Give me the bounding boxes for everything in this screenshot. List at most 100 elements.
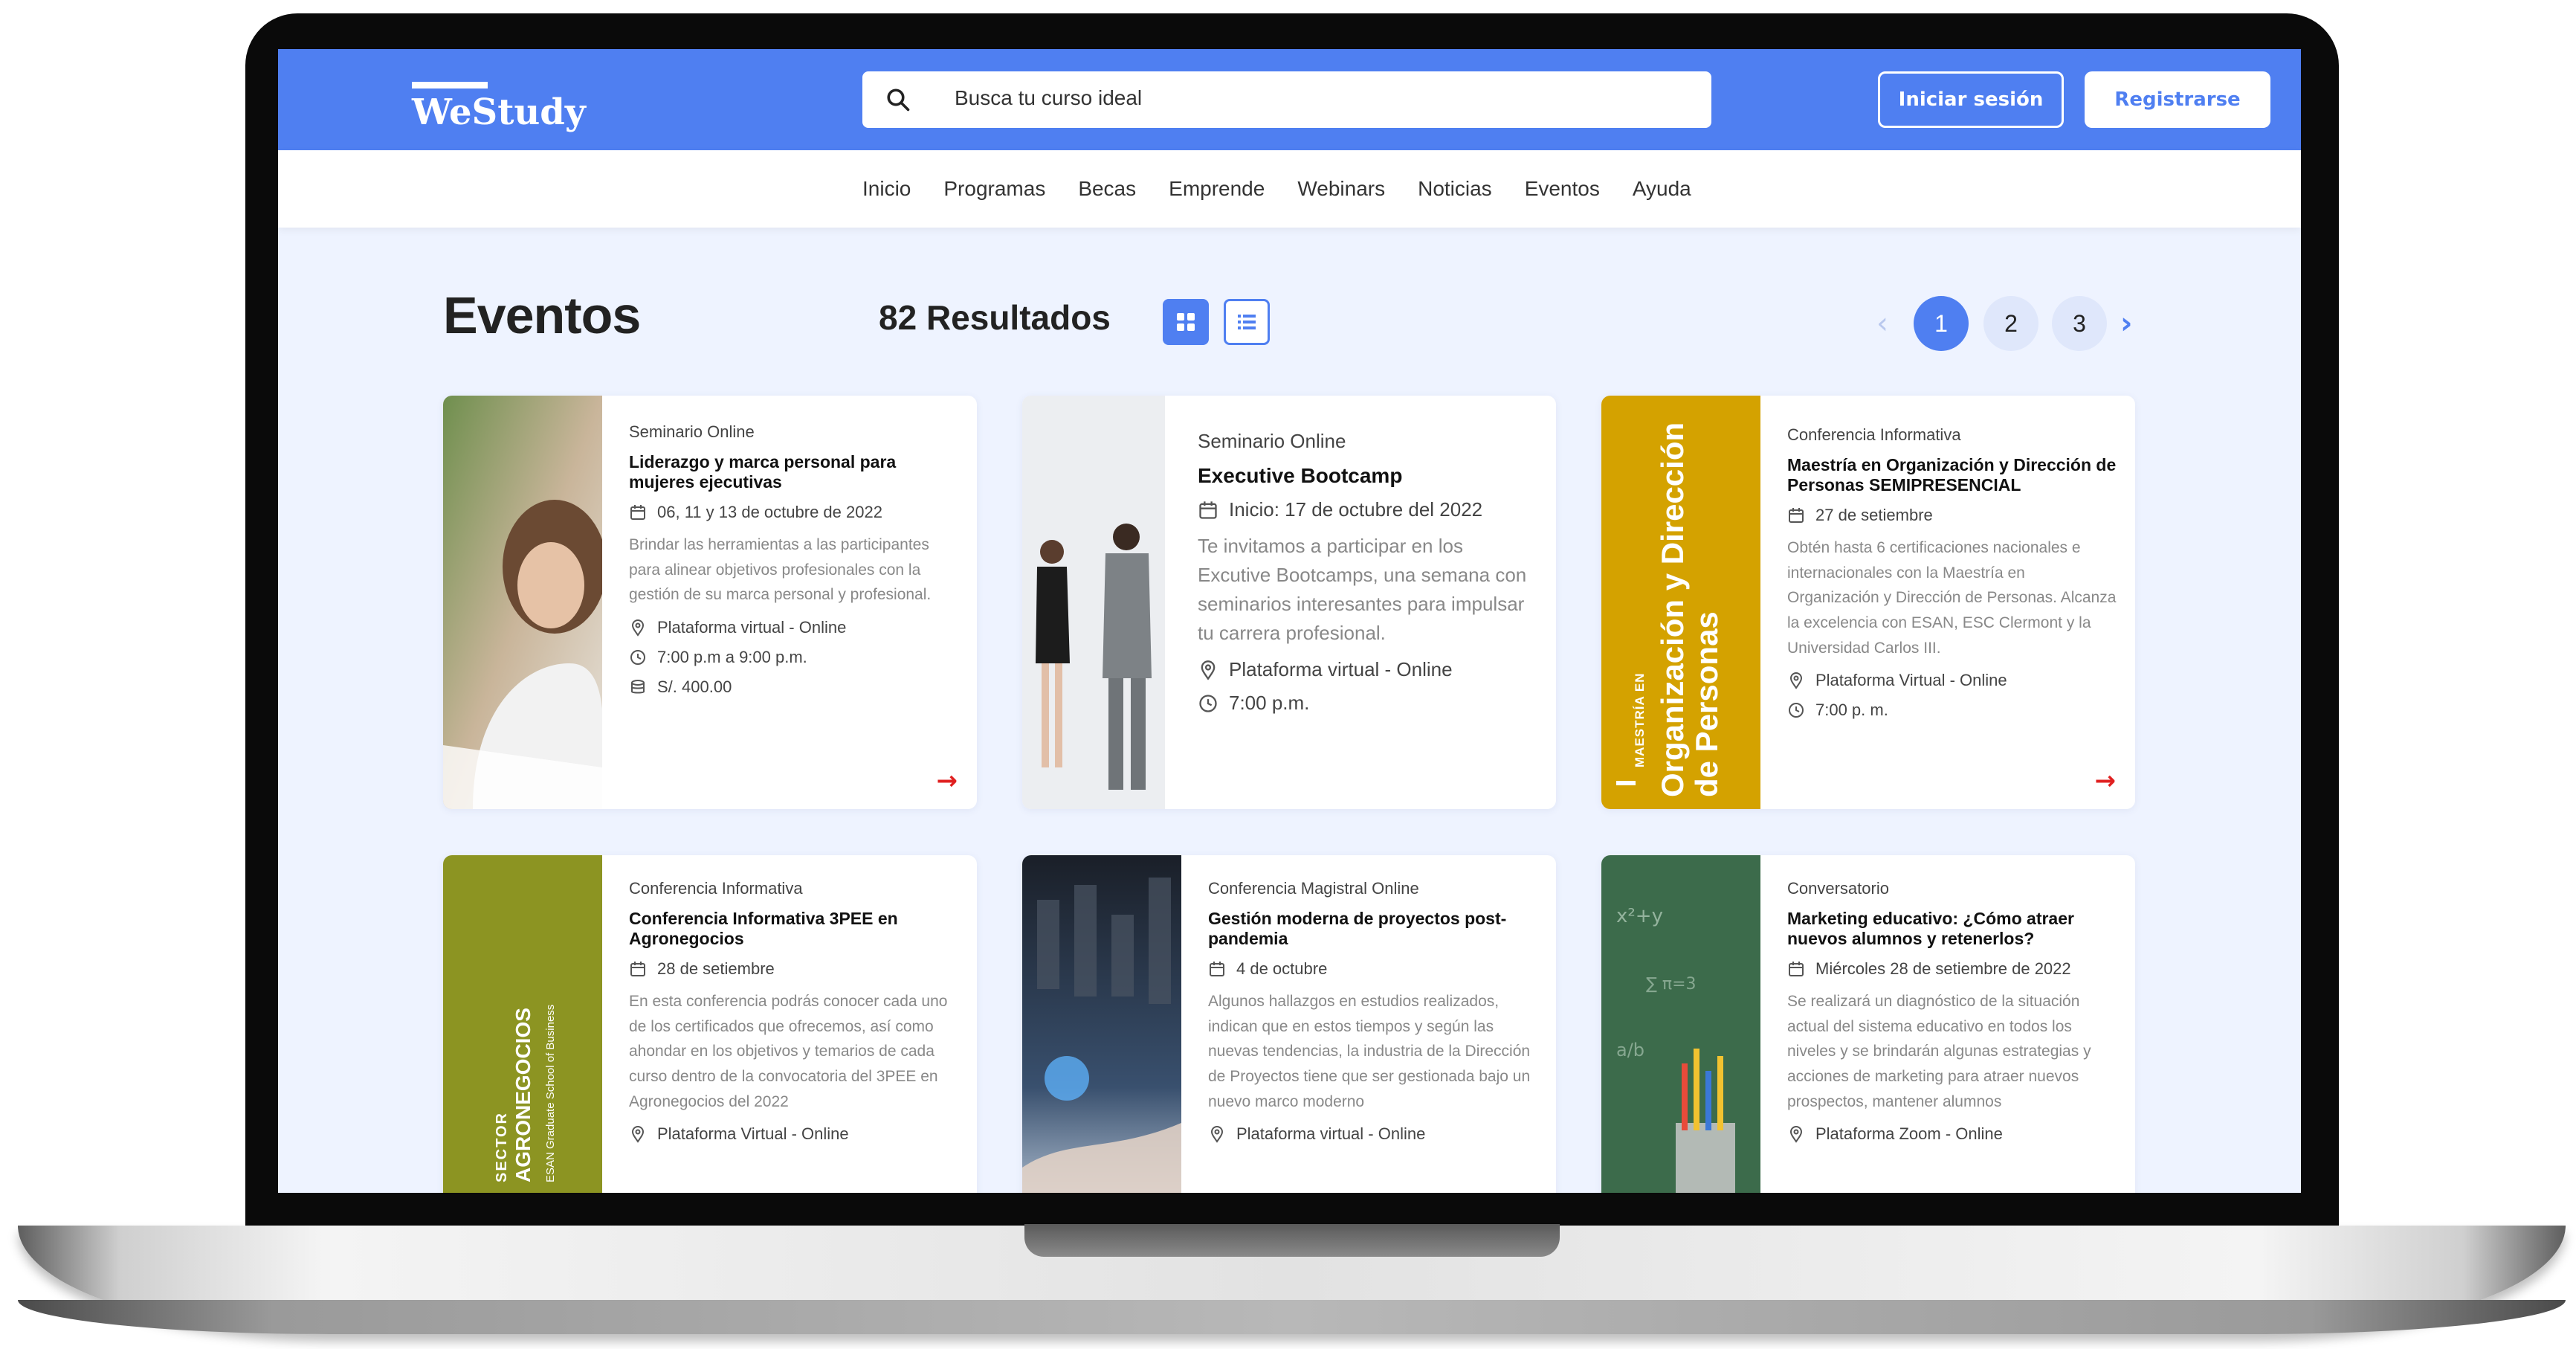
poster-small-text: MAESTRÍA EN	[1633, 672, 1647, 768]
event-title[interactable]: Marketing educativo: ¿Cómo atraer nuevos…	[1787, 909, 2120, 949]
event-card[interactable]: Seminario Online Executive Bootcamp Inic…	[1022, 396, 1556, 809]
location-pin-icon	[1789, 1126, 1803, 1143]
location-pin-icon	[1210, 1126, 1224, 1143]
event-type: Conferencia Magistral Online	[1208, 879, 1419, 898]
calendar-icon	[630, 505, 645, 521]
event-place-row: Plataforma Virtual - Online	[629, 1124, 962, 1144]
event-date: Inicio: 17 de octubre del 2022	[1229, 498, 1483, 521]
event-place: Plataforma Virtual - Online	[1815, 671, 2007, 690]
event-place: Plataforma virtual - Online	[657, 618, 847, 637]
search-bar[interactable]: Busca tu curso ideal	[862, 71, 1711, 128]
page-3-button[interactable]: 3	[2052, 296, 2107, 351]
list-view-button[interactable]	[1224, 299, 1270, 345]
arrow-right-icon[interactable]: →	[937, 766, 958, 796]
grid-view-button[interactable]	[1163, 299, 1209, 345]
nav-eventos[interactable]: Eventos	[1525, 177, 1600, 201]
event-type: Seminario Online	[1198, 430, 1346, 452]
location-pin-icon	[1789, 672, 1803, 689]
event-place: Plataforma virtual - Online	[1236, 1124, 1426, 1144]
location-pin-icon	[631, 619, 645, 637]
search-input[interactable]: Busca tu curso ideal	[955, 86, 1142, 110]
card-body: Conversatorio Marketing educativo: ¿Cómo…	[1787, 879, 2120, 1154]
event-title[interactable]: Executive Bootcamp	[1198, 463, 1541, 488]
clock-icon	[1199, 694, 1217, 712]
logo[interactable]: WeStudy	[412, 82, 586, 130]
event-date-row: 06, 11 y 13 de octubre de 2022	[629, 503, 962, 522]
page-title: Eventos	[443, 286, 641, 344]
poster-small-text: SECTOR	[494, 1112, 510, 1182]
event-time-row: 7:00 p.m.	[1198, 692, 1541, 715]
card-body: Conferencia Informativa Conferencia Info…	[629, 879, 962, 1154]
event-image-project-management	[1022, 855, 1181, 1193]
nav-webinars[interactable]: Webinars	[1297, 177, 1385, 201]
event-place: Plataforma Virtual - Online	[657, 1124, 849, 1144]
event-place-row: Plataforma virtual - Online	[1208, 1124, 1541, 1144]
page-1-button[interactable]: 1	[1914, 296, 1969, 351]
register-button[interactable]: Registrarse	[2085, 71, 2270, 128]
event-image-women-studying	[443, 396, 602, 809]
event-place: Plataforma Zoom - Online	[1815, 1124, 2003, 1144]
event-card[interactable]: Seminario Online Liderazgo y marca perso…	[443, 396, 977, 809]
event-title[interactable]: Liderazgo y marca personal para mujeres …	[629, 452, 962, 492]
event-description: En esta conferencia podrás conocer cada …	[629, 993, 948, 1110]
arrow-right-icon[interactable]: →	[2095, 766, 2117, 796]
event-card[interactable]: MAESTRÍA EN Organización y Dirección de …	[1601, 396, 2135, 809]
list-icon	[1238, 315, 1256, 329]
event-description: Obtén hasta 6 certificaciones nacionales…	[1787, 539, 2117, 657]
maestria-poster-text: MAESTRÍA EN Organización y Dirección de …	[1601, 396, 1760, 809]
poster-title: AGRONEGOCIOS	[511, 1008, 535, 1182]
grid-icon	[1177, 313, 1195, 331]
search-icon	[887, 88, 910, 112]
event-title[interactable]: Gestión moderna de proyectos post-pandem…	[1208, 909, 1541, 949]
event-image-chalkboard-pencils: x²+y ∑ π=3 a/b	[1601, 855, 1760, 1193]
event-time-row: 7:00 p.m a 9:00 p.m.	[629, 648, 962, 667]
event-time-row: 7:00 p. m.	[1787, 701, 2120, 720]
event-type: Seminario Online	[629, 422, 755, 441]
nav-bar: Inicio Programas Becas Emprende Webinars…	[278, 150, 2301, 228]
top-bar: WeStudy Busca tu curso ideal Iniciar ses…	[278, 49, 2301, 150]
event-type: Conferencia Informativa	[629, 879, 803, 898]
nav-emprende[interactable]: Emprende	[1169, 177, 1265, 201]
logo-bar	[412, 82, 488, 88]
event-time: 7:00 p. m.	[1815, 701, 1888, 720]
calendar-icon	[1210, 962, 1224, 977]
event-date-row: 4 de octubre	[1208, 959, 1541, 979]
event-title[interactable]: Maestría en Organización y Dirección de …	[1787, 455, 2120, 495]
poster-title-line2: de Personas	[1689, 611, 1724, 797]
clock-icon	[1789, 703, 1804, 718]
laptop-notch	[1024, 1224, 1560, 1257]
card-body: Conferencia Informativa Maestría en Orga…	[1787, 425, 2120, 730]
event-price: S/. 400.00	[657, 677, 732, 697]
event-description: Algunos hallazgos en estudios realizados…	[1208, 993, 1531, 1110]
event-type: Conversatorio	[1787, 879, 1889, 898]
nav-programas[interactable]: Programas	[943, 177, 1045, 201]
coins-icon	[631, 680, 645, 694]
event-card[interactable]: Conferencia Magistral Online Gestión mod…	[1022, 855, 1556, 1193]
location-pin-icon	[1201, 660, 1216, 680]
poster-subtitle: ESAN Graduate School of Business	[544, 1004, 557, 1182]
nav-becas[interactable]: Becas	[1078, 177, 1136, 201]
event-time: 7:00 p.m.	[1229, 692, 1310, 715]
event-date-row: Miércoles 28 de setiembre de 2022	[1787, 959, 2120, 979]
chevron-left-icon[interactable]: ‹	[1876, 306, 1888, 341]
login-button[interactable]: Iniciar sesión	[1878, 71, 2064, 128]
event-time: 7:00 p.m a 9:00 p.m.	[657, 648, 807, 667]
event-title[interactable]: Conferencia Informativa 3PEE en Agronego…	[629, 909, 962, 949]
event-image-business-people	[1022, 396, 1165, 809]
calendar-icon	[1199, 500, 1217, 519]
svg-text:x²+y: x²+y	[1616, 905, 1663, 927]
chevron-right-icon[interactable]: ›	[2120, 306, 2132, 341]
event-place-row: Plataforma Zoom - Online	[1787, 1124, 2120, 1144]
event-place-row: Plataforma virtual - Online	[1198, 658, 1541, 681]
nav-ayuda[interactable]: Ayuda	[1633, 177, 1691, 201]
nav-noticias[interactable]: Noticias	[1418, 177, 1492, 201]
logo-text: WeStudy	[412, 91, 586, 133]
nav-inicio[interactable]: Inicio	[862, 177, 911, 201]
event-card[interactable]: SECTOR AGRONEGOCIOS ESAN Graduate School…	[443, 855, 977, 1193]
results-count: 82 Resultados	[879, 298, 1111, 337]
event-date-row: 27 de setiembre	[1787, 506, 2120, 525]
nav-links: Inicio Programas Becas Emprende Webinars…	[862, 150, 1724, 228]
event-card[interactable]: x²+y ∑ π=3 a/b Conversatorio Marketing e…	[1601, 855, 2135, 1193]
page-2-button[interactable]: 2	[1983, 296, 2038, 351]
card-body: Conferencia Magistral Online Gestión mod…	[1208, 879, 1541, 1154]
